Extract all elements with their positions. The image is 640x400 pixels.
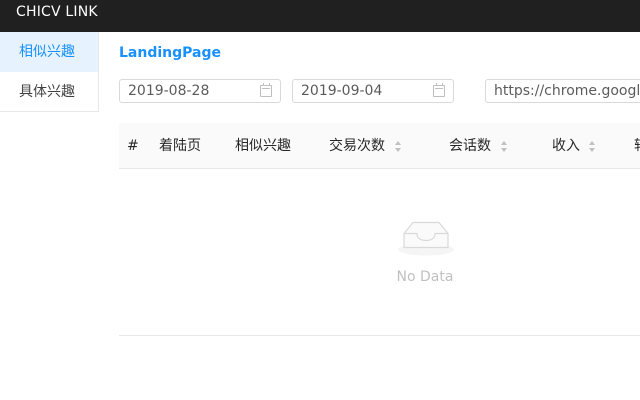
sidebar-item-specific-interests[interactable]: 具体兴趣 (0, 72, 98, 112)
table-header: # 着陆页 相似兴趣 交易次数 会话数 收入 转 (119, 123, 640, 169)
start-date-picker[interactable]: 2019-08-28 (119, 79, 281, 103)
top-bar: CHICV LINK (0, 0, 640, 32)
column-header-index: # (127, 138, 139, 154)
landing-page-url-value: https://chrome.google.com/ (494, 83, 640, 99)
calendar-icon (433, 83, 445, 97)
column-header-conversion: 转 (634, 123, 640, 169)
column-header-landing-page: 着陆页 (159, 138, 201, 154)
start-date-value: 2019-08-28 (128, 83, 210, 99)
brand-logo: CHICV LINK (16, 4, 98, 20)
empty-state: No Data (119, 170, 640, 336)
end-date-value: 2019-09-04 (301, 83, 383, 99)
empty-state-message: No Data (396, 269, 454, 285)
landing-page-table: # 着陆页 相似兴趣 交易次数 会话数 收入 转 No Data (119, 123, 640, 336)
column-header-similar-interests: 相似兴趣 (235, 138, 291, 154)
sort-icon[interactable] (501, 141, 508, 152)
column-header-revenue-label: 收入 (552, 138, 580, 154)
calendar-icon (260, 83, 272, 97)
column-header-revenue[interactable]: 收入 (552, 123, 580, 169)
sort-icon[interactable] (395, 141, 402, 152)
empty-inbox-icon (398, 221, 454, 256)
column-header-sessions-label: 会话数 (449, 138, 491, 154)
landing-page-url-input[interactable]: https://chrome.google.com/ (485, 79, 640, 103)
end-date-picker[interactable]: 2019-09-04 (292, 79, 454, 103)
sort-icon[interactable] (589, 141, 596, 152)
main-content: LandingPage 2019-08-28 2019-09-04 https:… (119, 32, 640, 400)
sidebar: 相似兴趣 具体兴趣 (0, 32, 99, 112)
column-header-transactions-label: 交易次数 (329, 138, 385, 154)
column-header-sessions[interactable]: 会话数 (449, 123, 491, 169)
column-header-transactions[interactable]: 交易次数 (329, 123, 385, 169)
page-title: LandingPage (119, 45, 221, 61)
sidebar-item-similar-interests[interactable]: 相似兴趣 (0, 32, 98, 72)
